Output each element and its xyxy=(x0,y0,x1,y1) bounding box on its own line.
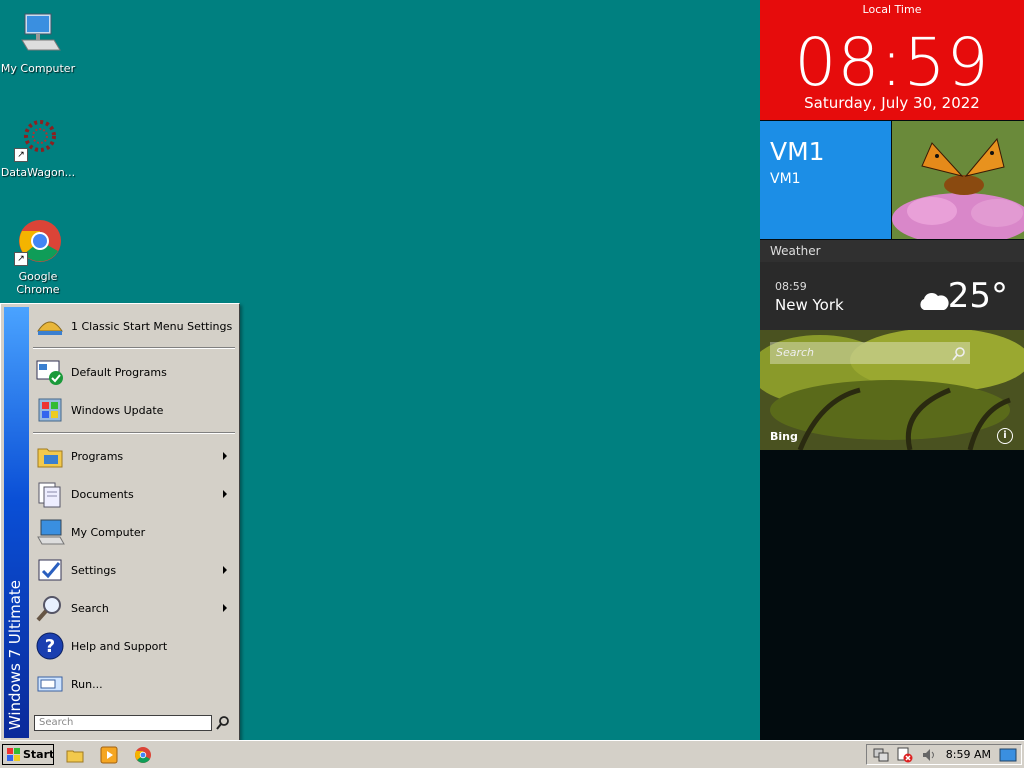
menu-item-label: Help and Support xyxy=(71,639,168,653)
search-icon xyxy=(35,593,65,623)
menu-item-programs[interactable]: Programs xyxy=(31,438,235,474)
desktop-icon-label: Google Chrome xyxy=(16,270,60,296)
run-icon xyxy=(35,669,65,699)
menu-item-label: 1 Classic Start Menu Settings xyxy=(71,319,233,333)
settings-icon xyxy=(35,555,65,585)
menu-item-label: My Computer xyxy=(71,525,146,539)
local-time-date: Saturday, July 30, 2022 xyxy=(804,94,980,112)
menu-item-label: Programs xyxy=(71,449,124,463)
vm-tile-subtitle: VM1 xyxy=(770,171,801,187)
local-time-tile[interactable]: Local Time 08:59 Saturday, July 30, 2022 xyxy=(760,0,1024,120)
menu-item-documents[interactable]: Documents xyxy=(31,476,235,512)
start-menu-banner: Windows 7 Ultimate xyxy=(4,307,29,738)
taskbar: Start 8:59 AM xyxy=(0,740,1024,768)
volume-icon[interactable] xyxy=(921,747,937,767)
shell-icon xyxy=(35,311,65,341)
programs-icon xyxy=(35,441,65,471)
search-icon[interactable] xyxy=(952,346,966,365)
file-explorer-icon[interactable] xyxy=(66,746,84,764)
desktop-icon-datawagon[interactable]: ↗ DataWagon... xyxy=(0,114,76,179)
search-icon[interactable] xyxy=(215,715,231,731)
show-desktop-icon[interactable] xyxy=(999,747,1017,767)
svg-text:?: ? xyxy=(45,636,55,657)
start-search-input[interactable]: Search xyxy=(34,715,212,731)
menu-item-help-and-support[interactable]: ? Help and Support xyxy=(31,628,235,664)
menu-item-search[interactable]: Search xyxy=(31,590,235,626)
menu-item-run[interactable]: Run... xyxy=(31,666,235,702)
default-programs-icon xyxy=(35,357,65,387)
vm-tile-title: VM1 xyxy=(770,137,825,166)
bing-search-input[interactable]: Search xyxy=(770,342,970,364)
desktop-icon-google-chrome[interactable]: ↗ Google Chrome xyxy=(0,218,76,296)
submenu-arrow-icon xyxy=(223,490,227,498)
desktop-icon-my-computer[interactable]: My Computer xyxy=(0,10,76,75)
photo-tile[interactable] xyxy=(892,121,1024,239)
side-panel: Local Time 08:59 Saturday, July 30, 2022… xyxy=(760,0,1024,740)
menu-item-settings[interactable]: Settings xyxy=(31,552,235,588)
desktop-icon-label: DataWagon... xyxy=(0,166,76,179)
menu-separator xyxy=(33,347,235,349)
chrome-icon[interactable] xyxy=(134,746,152,764)
cloud-icon xyxy=(916,290,950,316)
weather-header: Weather xyxy=(760,240,1024,262)
local-time-clock: 08:59 xyxy=(794,24,990,101)
weather-time: 08:59 xyxy=(775,280,807,293)
shortcut-arrow-icon: ↗ xyxy=(14,148,28,162)
menu-item-windows-update[interactable]: Windows Update xyxy=(31,392,235,428)
menu-item-label: Search xyxy=(71,601,109,615)
media-player-icon[interactable] xyxy=(100,746,118,764)
submenu-arrow-icon xyxy=(223,604,227,612)
datawagon-icon: ↗ xyxy=(14,114,62,162)
windows-logo-icon xyxy=(7,748,21,768)
documents-icon xyxy=(35,479,65,509)
start-menu: Windows 7 Ultimate 1 Classic Start Menu … xyxy=(0,303,240,742)
submenu-arrow-icon xyxy=(223,452,227,460)
menu-item-label: Run... xyxy=(71,677,103,691)
vm-tile[interactable]: VM1 VM1 xyxy=(760,121,891,239)
help-icon: ? xyxy=(35,631,65,661)
local-time-label: Local Time xyxy=(862,3,922,16)
menu-item-label: Documents xyxy=(71,487,134,501)
computer-icon xyxy=(35,517,65,547)
info-icon[interactable]: i xyxy=(997,428,1013,444)
weather-tile[interactable]: Weather 08:59 New York 25° xyxy=(760,240,1024,330)
network-icon[interactable] xyxy=(873,747,889,767)
shortcut-arrow-icon: ↗ xyxy=(14,252,28,266)
system-tray: 8:59 AM xyxy=(866,744,1022,765)
weather-city: New York xyxy=(775,296,844,314)
bing-tile[interactable]: Search Bing i xyxy=(760,330,1024,450)
menu-item-my-computer[interactable]: My Computer xyxy=(31,514,235,550)
start-button-label: Start xyxy=(23,748,55,761)
menu-item-label: Windows Update xyxy=(71,403,164,417)
menu-item-classic-start-settings[interactable]: 1 Classic Start Menu Settings xyxy=(31,308,235,344)
security-alert-icon[interactable] xyxy=(897,747,913,767)
menu-item-label: Settings xyxy=(71,563,117,577)
desktop-icon-label: My Computer xyxy=(0,62,76,75)
menu-item-default-programs[interactable]: Default Programs xyxy=(31,354,235,390)
start-menu-banner-text: Windows 7 Ultimate xyxy=(6,579,24,730)
chrome-icon: ↗ xyxy=(14,218,62,266)
menu-item-label: Default Programs xyxy=(71,365,167,379)
submenu-arrow-icon xyxy=(223,566,227,574)
start-button[interactable]: Start xyxy=(2,744,54,765)
butterfly-flower-image xyxy=(892,121,1024,239)
taskbar-clock[interactable]: 8:59 AM xyxy=(946,748,991,761)
weather-temperature: 25° xyxy=(947,276,1008,316)
computer-icon xyxy=(14,10,62,58)
windows-update-icon xyxy=(35,395,65,425)
menu-separator xyxy=(33,432,235,434)
bing-label: Bing xyxy=(770,430,798,443)
